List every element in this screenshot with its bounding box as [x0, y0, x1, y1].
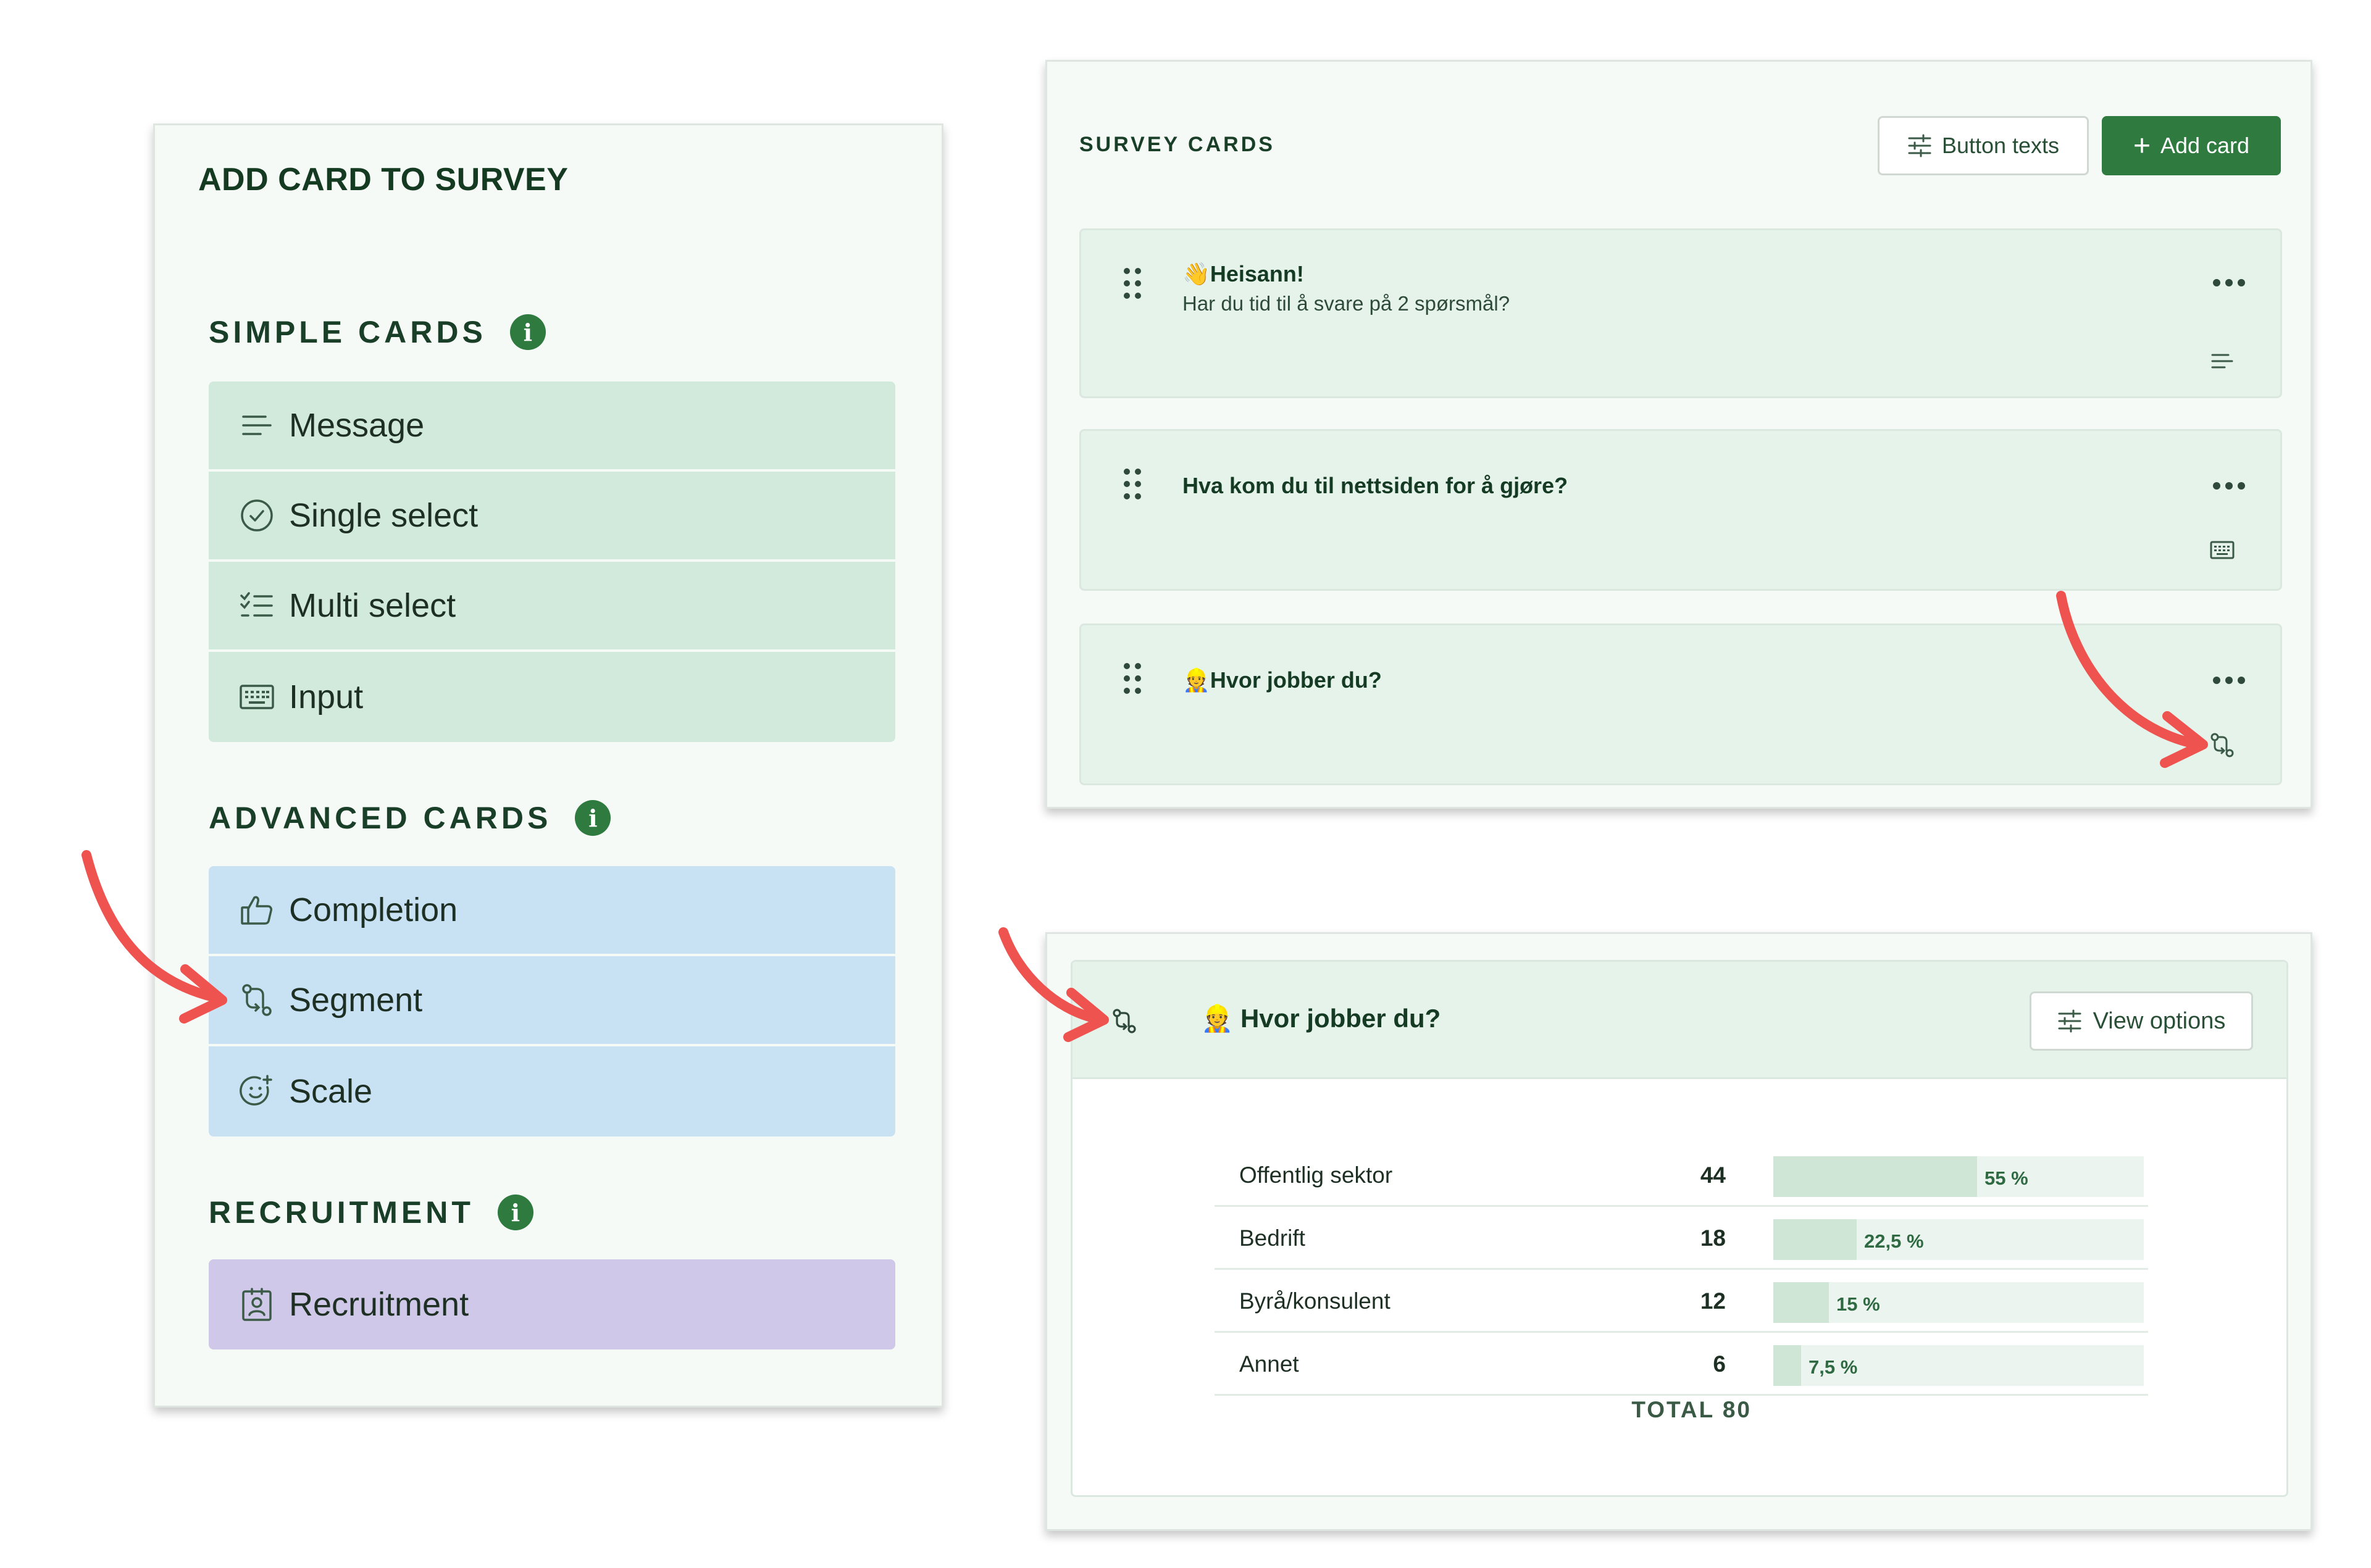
annotation-arrows [82, 591, 2208, 1042]
